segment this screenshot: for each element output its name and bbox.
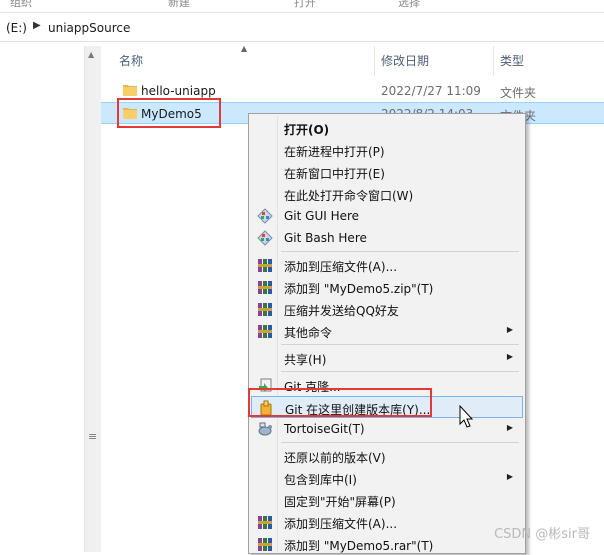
scrollbar-grip-icon[interactable]: ≡ — [88, 430, 97, 443]
menu-item[interactable]: 在新窗口中打开(E) — [251, 161, 523, 183]
menu-item-label: 压缩并发送给QQ好友 — [284, 304, 399, 318]
folder-icon — [123, 85, 137, 96]
menu-item-label: 添加到 "MyDemo5.rar"(T) — [284, 539, 434, 553]
submenu-arrow-icon: ▶ — [506, 472, 513, 481]
menu-item-label: 添加到压缩文件(A)... — [284, 260, 398, 274]
menu-item[interactable]: 还原以前的版本(V) — [251, 445, 523, 467]
menu-item[interactable]: 添加到压缩文件(A)... — [251, 511, 523, 533]
menu-item[interactable]: 打开(O) — [251, 117, 523, 139]
menu-item[interactable]: Git Bash Here — [251, 227, 523, 249]
menu-separator — [281, 251, 519, 252]
watermark: CSDN @彬sir哥 — [494, 527, 590, 542]
menu-item-label: Git GUI Here — [284, 209, 360, 223]
menu-item-label: Git Bash Here — [284, 231, 367, 245]
menu-item[interactable]: 其他命令 ▶ — [251, 320, 523, 342]
menu-item[interactable]: 添加到 "MyDemo5.zip"(T) — [251, 276, 523, 298]
submenu-arrow-icon: ▶ — [506, 352, 513, 361]
annotation-box-menu-item — [248, 388, 432, 417]
menu-item-label: 在新窗口中打开(E) — [284, 167, 385, 181]
git-diamond-icon — [257, 208, 273, 224]
mouse-cursor-icon — [459, 405, 474, 428]
navigation-scrollbar[interactable]: ▲ ≡ — [84, 46, 101, 552]
winrar-books-icon — [257, 301, 273, 317]
address-bar[interactable]: (E:) ▶ uniappSource — [0, 15, 604, 42]
menu-item-label: 其他命令 — [284, 326, 333, 340]
submenu-arrow-icon: ▶ — [506, 423, 513, 432]
menu-item-label: 包含到库中(I) — [284, 473, 357, 487]
menu-item[interactable]: 共享(H) ▶ — [251, 347, 523, 369]
winrar-books-icon — [257, 536, 273, 552]
navigation-pane — [0, 43, 84, 552]
column-name[interactable]: 名称 — [119, 46, 143, 76]
column-divider[interactable] — [374, 46, 375, 76]
menu-item[interactable]: Git GUI Here — [251, 205, 523, 227]
breadcrumb-drive[interactable]: (E:) — [6, 21, 27, 35]
breadcrumb-chevron-icon[interactable]: ▶ — [33, 20, 41, 31]
column-header: ▲ 名称 修改日期 类型 — [101, 44, 604, 76]
menu-item-label: 还原以前的版本(V) — [284, 451, 386, 465]
toolbar-item-new[interactable]: 新建 — [168, 0, 190, 10]
toolbar-strip: 组织 新建 打开 选择 — [0, 0, 604, 13]
toolbar-item-organize[interactable]: 组织 — [10, 0, 32, 10]
file-type: 文件夹 — [500, 86, 537, 100]
file-name: hello-uniapp — [141, 84, 216, 98]
file-date: 2022/7/27 11:09 — [381, 84, 481, 98]
menu-item-label: 共享(H) — [284, 353, 327, 367]
menu-item[interactable]: 添加到压缩文件(A)... — [251, 254, 523, 276]
menu-item-label: 在此处打开命令窗口(W) — [284, 189, 414, 203]
menu-item-label: 添加到 "MyDemo5.zip"(T) — [284, 282, 434, 296]
toolbar-item-open[interactable]: 打开 — [294, 0, 316, 10]
annotation-box-folder — [117, 98, 221, 128]
menu-item[interactable]: 在新进程中打开(P) — [251, 139, 523, 161]
winrar-books-icon — [257, 257, 273, 273]
menu-item-label: TortoiseGit(T) — [284, 422, 365, 436]
menu-separator — [281, 371, 519, 372]
menu-separator — [281, 442, 519, 443]
sort-ascending-icon: ▲ — [241, 44, 248, 53]
column-date[interactable]: 修改日期 — [381, 46, 429, 76]
menu-item[interactable]: 在此处打开命令窗口(W) — [251, 183, 523, 205]
tortoisegit-icon — [257, 421, 273, 437]
context-menu: 打开(O) 在新进程中打开(P) 在新窗口中打开(E) 在此处打开命令窗口(W) Git… — [248, 113, 526, 554]
breadcrumb-folder[interactable]: uniappSource — [48, 21, 130, 35]
menu-separator — [281, 344, 519, 345]
winrar-books-icon — [257, 323, 273, 339]
winrar-books-icon — [257, 514, 273, 530]
column-type[interactable]: 类型 — [500, 46, 524, 76]
winrar-books-icon — [257, 279, 273, 295]
menu-item[interactable]: 压缩并发送给QQ好友 — [251, 298, 523, 320]
menu-item-label: 在新进程中打开(P) — [284, 145, 385, 159]
menu-item[interactable]: 固定到"开始"屏幕(P) — [251, 489, 523, 511]
submenu-arrow-icon: ▶ — [506, 325, 513, 334]
menu-item-label: 添加到压缩文件(A)... — [284, 517, 398, 531]
menu-item[interactable]: TortoiseGit(T) ▶ — [251, 418, 523, 440]
menu-item[interactable]: 包含到库中(I) ▶ — [251, 467, 523, 489]
menu-item-label: 打开(O) — [284, 123, 330, 137]
menu-item-label: 固定到"开始"屏幕(P) — [284, 495, 396, 509]
toolbar-item-select[interactable]: 选择 — [398, 0, 420, 10]
git-diamond-icon — [257, 230, 273, 246]
scroll-up-arrow-icon[interactable]: ▲ — [88, 50, 94, 59]
column-divider[interactable] — [493, 46, 494, 76]
